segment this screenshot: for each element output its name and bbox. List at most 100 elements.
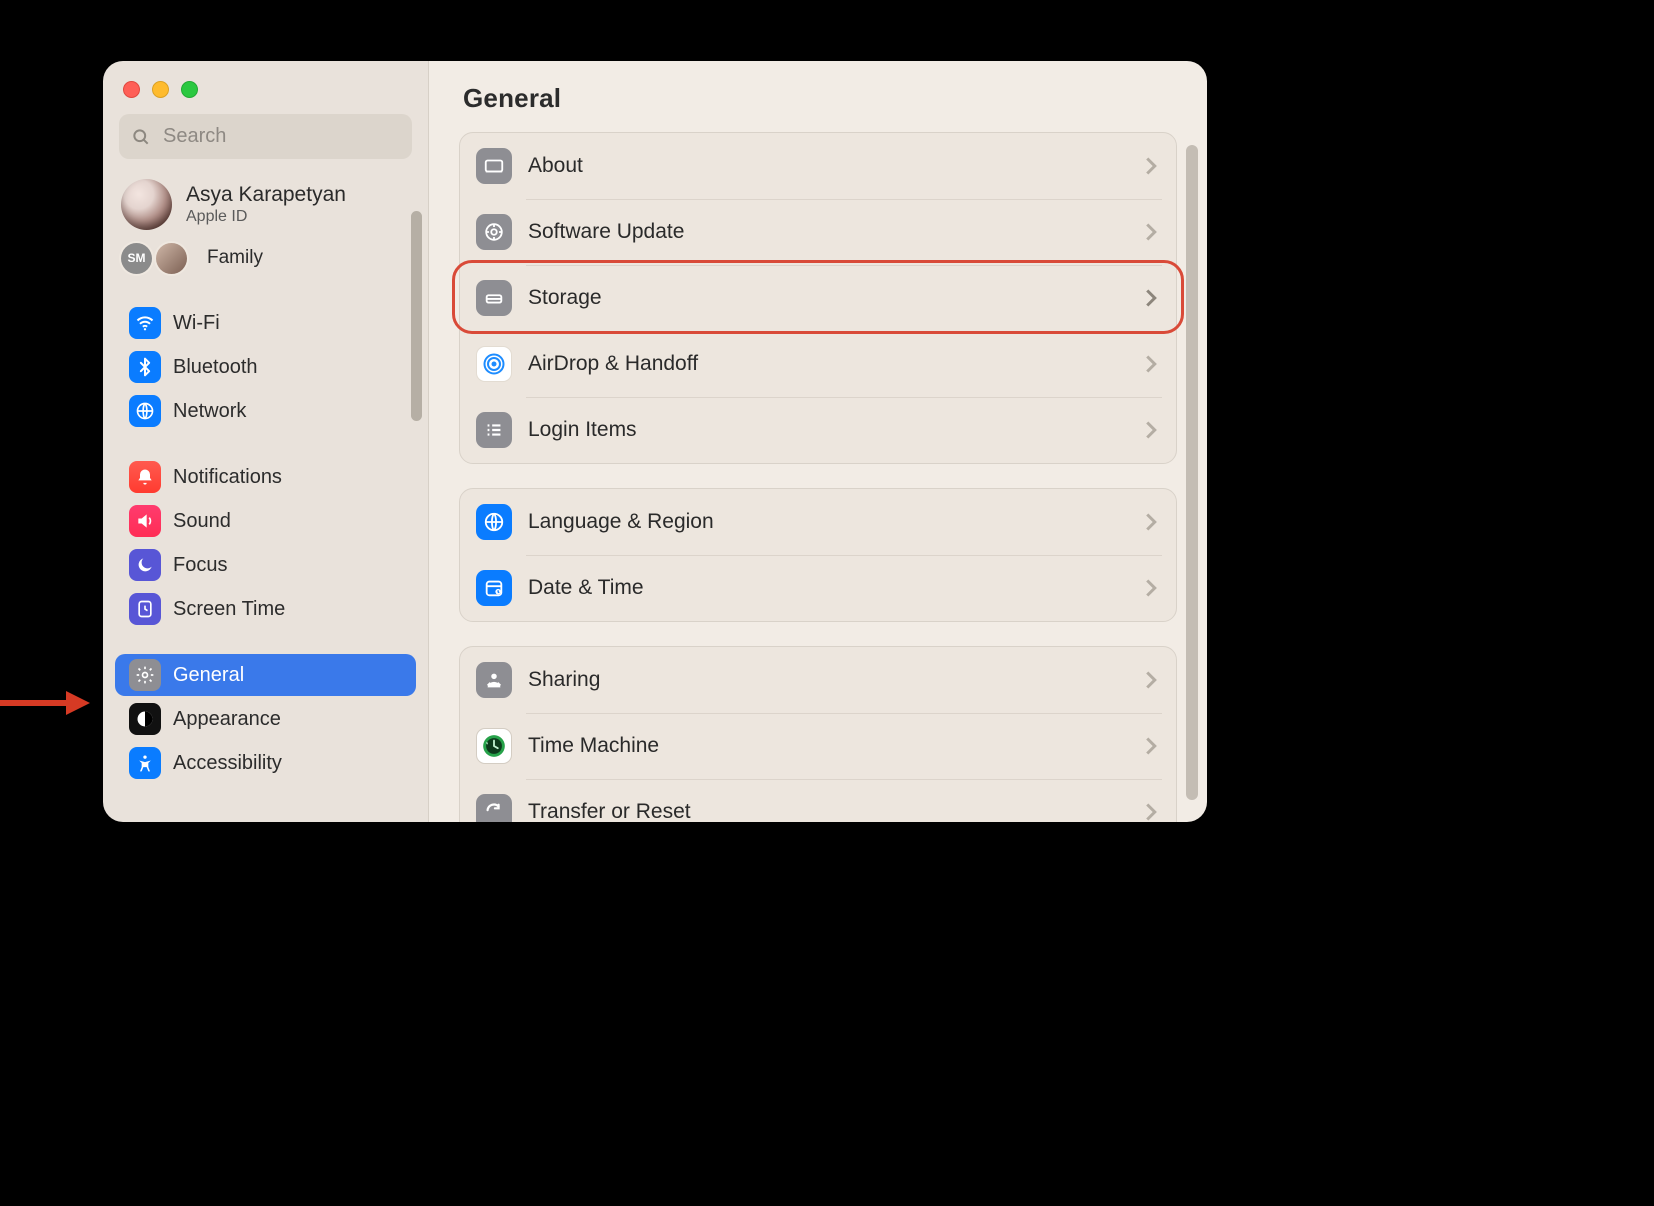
row-label: Software Update xyxy=(528,220,1128,244)
airdrop-icon xyxy=(476,346,512,382)
row-label: Transfer or Reset xyxy=(528,800,1128,822)
sidebar-item-label: General xyxy=(173,664,244,687)
family-label: Family xyxy=(207,247,263,269)
about-icon xyxy=(476,148,512,184)
wifi-icon xyxy=(129,307,161,339)
family-member-photo xyxy=(156,243,187,274)
chevron-right-icon xyxy=(1144,222,1158,242)
sidebar-item-wifi[interactable]: Wi-Fi xyxy=(115,302,416,344)
login-items-icon xyxy=(476,412,512,448)
row-date-time[interactable]: Date & Time xyxy=(466,555,1170,621)
row-language-region[interactable]: Language & Region xyxy=(466,489,1170,555)
appearance-icon xyxy=(129,703,161,735)
row-transfer-reset[interactable]: Transfer or Reset xyxy=(466,779,1170,822)
sharing-icon xyxy=(476,662,512,698)
row-label: Sharing xyxy=(528,668,1128,692)
sidebar-item-notifications[interactable]: Notifications xyxy=(115,456,416,498)
search-input[interactable] xyxy=(161,124,400,149)
sidebar-scrollbar-thumb[interactable] xyxy=(411,211,422,421)
window-minimize-button[interactable] xyxy=(152,81,169,98)
row-about[interactable]: About xyxy=(466,133,1170,199)
sidebar-item-bluetooth[interactable]: Bluetooth xyxy=(115,346,416,388)
chevron-right-icon xyxy=(1144,420,1158,440)
sidebar-section: Notifications Sound Focus Screen Time xyxy=(103,456,428,630)
sidebar: Asya Karapetyan Apple ID SM Family Wi-Fi… xyxy=(103,61,429,822)
transfer-reset-icon xyxy=(476,794,512,822)
chevron-right-icon xyxy=(1144,354,1158,374)
search-icon xyxy=(131,127,151,147)
sidebar-item-focus[interactable]: Focus xyxy=(115,544,416,586)
sidebar-item-general[interactable]: General xyxy=(115,654,416,696)
sidebar-item-label: Wi-Fi xyxy=(173,312,220,335)
content-scrollbar[interactable] xyxy=(1186,145,1198,800)
row-time-machine[interactable]: Time Machine xyxy=(466,713,1170,779)
row-airdrop-handoff[interactable]: AirDrop & Handoff xyxy=(466,331,1170,397)
row-label: Language & Region xyxy=(528,510,1128,534)
sidebar-item-network[interactable]: Network xyxy=(115,390,416,432)
accessibility-icon xyxy=(129,747,161,779)
page-title: General xyxy=(429,61,1207,122)
family-member-badge: SM xyxy=(121,243,152,274)
sidebar-section: Wi-Fi Bluetooth Network xyxy=(103,302,428,432)
content-scrollbar-thumb[interactable] xyxy=(1186,145,1198,800)
chevron-right-icon xyxy=(1144,288,1158,308)
settings-group: Language & Region Date & Time xyxy=(459,488,1177,622)
focus-icon xyxy=(129,549,161,581)
window-zoom-button[interactable] xyxy=(181,81,198,98)
sidebar-item-accessibility[interactable]: Accessibility xyxy=(115,742,416,784)
chevron-right-icon xyxy=(1144,670,1158,690)
chevron-right-icon xyxy=(1144,156,1158,176)
apple-id-account[interactable]: Asya Karapetyan Apple ID xyxy=(121,179,412,230)
sidebar-section: General Appearance Accessibility xyxy=(103,654,428,784)
date-time-icon xyxy=(476,570,512,606)
chevron-right-icon xyxy=(1144,578,1158,598)
software-update-icon xyxy=(476,214,512,250)
settings-groups: About Software Update Storage xyxy=(429,122,1207,822)
sidebar-item-label: Accessibility xyxy=(173,752,282,775)
storage-icon xyxy=(476,280,512,316)
chevron-right-icon xyxy=(1144,512,1158,532)
window-close-button[interactable] xyxy=(123,81,140,98)
system-settings-window: Asya Karapetyan Apple ID SM Family Wi-Fi… xyxy=(103,61,1207,822)
sidebar-item-label: Sound xyxy=(173,510,231,533)
content-pane: General About Software Update xyxy=(429,61,1207,822)
network-icon xyxy=(129,395,161,427)
time-machine-icon xyxy=(476,728,512,764)
account-sub: Apple ID xyxy=(186,208,346,226)
general-icon xyxy=(129,659,161,691)
row-login-items[interactable]: Login Items xyxy=(466,397,1170,463)
account-name: Asya Karapetyan xyxy=(186,183,346,207)
avatar xyxy=(121,179,172,230)
row-label: Login Items xyxy=(528,418,1128,442)
notifications-icon xyxy=(129,461,161,493)
row-label: Date & Time xyxy=(528,576,1128,600)
chevron-right-icon xyxy=(1144,802,1158,822)
row-label: Time Machine xyxy=(528,734,1128,758)
sidebar-item-label: Appearance xyxy=(173,708,281,731)
row-label: Storage xyxy=(528,286,1128,310)
sidebar-item-label: Focus xyxy=(173,554,227,577)
bluetooth-icon xyxy=(129,351,161,383)
settings-group: Sharing Time Machine Transfer or Reset xyxy=(459,646,1177,822)
sidebar-item-label: Network xyxy=(173,400,246,423)
annotation-arrow-icon xyxy=(0,689,90,717)
row-sharing[interactable]: Sharing xyxy=(466,647,1170,713)
search-field[interactable] xyxy=(119,114,412,159)
row-label: AirDrop & Handoff xyxy=(528,352,1128,376)
screen-time-icon xyxy=(129,593,161,625)
settings-group: About Software Update Storage xyxy=(459,132,1177,464)
language-region-icon xyxy=(476,504,512,540)
sound-icon xyxy=(129,505,161,537)
row-label: About xyxy=(528,154,1128,178)
sidebar-item-screen-time[interactable]: Screen Time xyxy=(115,588,416,630)
row-storage[interactable]: Storage xyxy=(466,265,1170,331)
sidebar-item-label: Notifications xyxy=(173,466,282,489)
window-controls xyxy=(123,81,428,98)
chevron-right-icon xyxy=(1144,736,1158,756)
sidebar-item-appearance[interactable]: Appearance xyxy=(115,698,416,740)
family-row[interactable]: SM Family xyxy=(121,236,412,280)
sidebar-item-sound[interactable]: Sound xyxy=(115,500,416,542)
row-software-update[interactable]: Software Update xyxy=(466,199,1170,265)
sidebar-item-label: Bluetooth xyxy=(173,356,258,379)
sidebar-item-label: Screen Time xyxy=(173,598,285,621)
